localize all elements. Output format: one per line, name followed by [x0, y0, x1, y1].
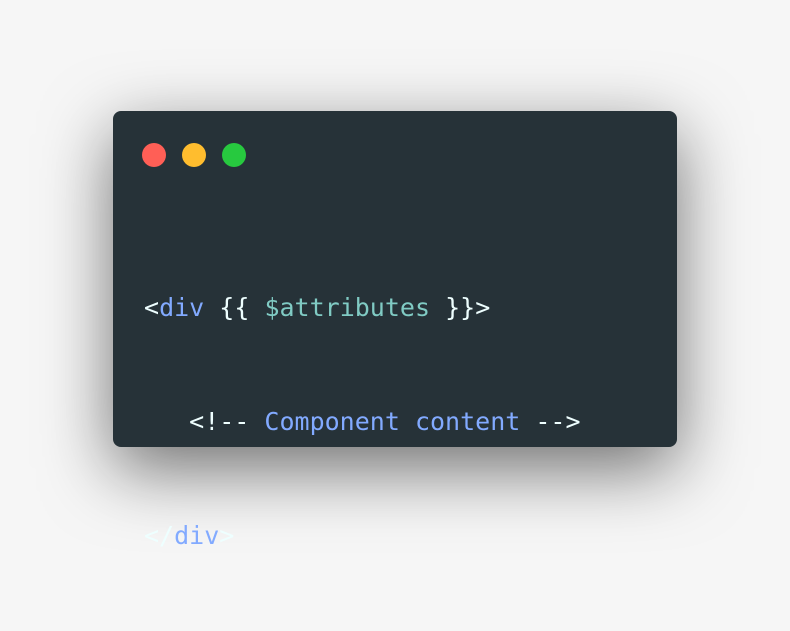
tag-close-bracket: > — [475, 293, 491, 322]
code-block: <div {{ $attributes }}> <!-- Component c… — [144, 213, 581, 631]
comment-open: <!-- — [189, 407, 250, 436]
comment-text: Component content — [249, 407, 536, 436]
closing-tag-close: > — [219, 521, 235, 550]
comment-close: --> — [535, 407, 581, 436]
code-line-1: <div {{ $attributes }}> — [144, 289, 581, 327]
blade-echo-open: {{ — [219, 293, 250, 322]
blade-echo-close: }} — [445, 293, 476, 322]
close-window-button[interactable] — [142, 143, 166, 167]
maximize-window-button[interactable] — [222, 143, 246, 167]
code-line-2: <!-- Component content --> — [144, 403, 581, 441]
closing-tag-open: </ — [144, 521, 175, 550]
code-window: <div {{ $attributes }}> <!-- Component c… — [113, 111, 677, 550]
tag-open-bracket: < — [144, 293, 160, 322]
window-controls — [142, 143, 246, 167]
minimize-window-button[interactable] — [182, 143, 206, 167]
attributes-variable: $attributes — [264, 293, 431, 322]
closing-tag-name: div — [174, 521, 220, 550]
code-line-3: </div> — [144, 517, 581, 555]
tag-name: div — [159, 293, 205, 322]
